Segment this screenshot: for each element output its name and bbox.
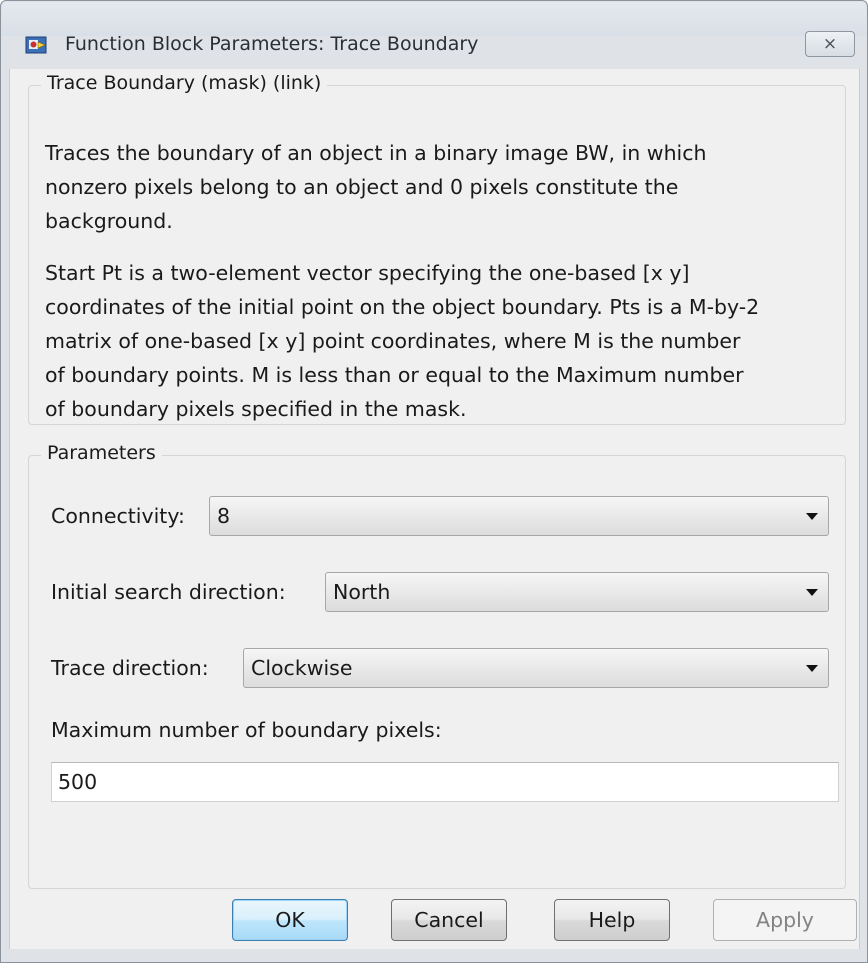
max-boundary-pixels-label: Maximum number of boundary pixels: [51,718,442,742]
initial-search-direction-dropdown[interactable]: North [325,572,829,612]
description-group-title: Trace Boundary (mask) (link) [41,72,328,94]
dialog-body: Trace Boundary (mask) (link) Traces the … [9,69,860,949]
description-line: of boundary pixels specified in the mask… [45,397,467,421]
cancel-button[interactable]: Cancel [391,899,507,941]
parameters-group-title: Parameters [41,442,162,464]
trace-direction-label: Trace direction: [51,656,209,680]
description-line: of boundary points. M is less than or eq… [45,363,744,387]
initial-search-direction-label: Initial search direction: [51,580,286,604]
description-group: Trace Boundary (mask) (link) Traces the … [28,72,846,425]
chevron-down-icon [806,665,818,672]
description-line: coordinates of the initial point on the … [45,295,760,319]
connectivity-label: Connectivity: [51,504,185,528]
trace-direction-dropdown[interactable]: Clockwise [243,648,829,688]
description-line: Traces the boundary of an object in a bi… [45,141,707,165]
chevron-down-icon [806,513,818,520]
parameters-group: Parameters Connectivity: 8 Initial searc… [28,442,846,889]
description-line: background. [45,209,173,233]
max-boundary-pixels-value: 500 [58,770,98,794]
chevron-down-icon [806,589,818,596]
connectivity-dropdown[interactable]: 8 [209,496,829,536]
description-line: nonzero pixels belong to an object and 0… [45,175,679,199]
description-line: Start Pt is a two-element vector specify… [45,261,690,285]
close-icon: ⨯ [822,33,838,54]
close-button[interactable]: ⨯ [805,31,855,57]
description-line: matrix of one-based [x y] point coordina… [45,329,741,353]
ok-button[interactable]: OK [232,899,348,941]
window-title: Function Block Parameters: Trace Boundar… [65,33,479,55]
trace-direction-value: Clockwise [251,656,353,680]
initial-search-direction-value: North [333,580,391,604]
dialog-window: Function Block Parameters: Trace Boundar… [0,0,868,963]
apply-button[interactable]: Apply [713,899,857,941]
title-bar[interactable] [2,2,866,36]
help-button[interactable]: Help [554,899,670,941]
simulink-block-icon [25,36,47,54]
connectivity-value: 8 [217,504,231,528]
max-boundary-pixels-field[interactable]: 500 [51,762,839,802]
